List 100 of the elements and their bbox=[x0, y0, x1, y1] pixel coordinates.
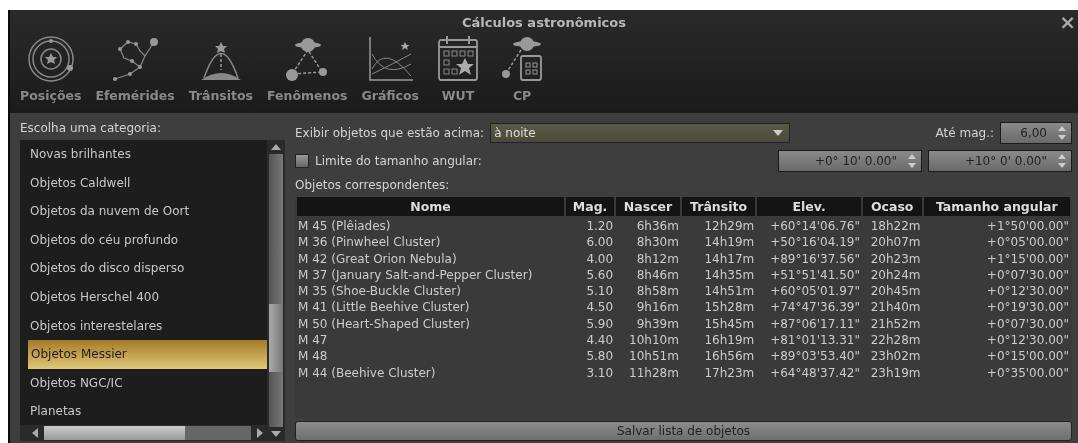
scroll-left-icon[interactable] bbox=[32, 428, 38, 438]
max-size-spinbox[interactable]: +10° 0' 0.00" bbox=[928, 150, 1072, 172]
category-item[interactable]: Novas brilhantes bbox=[20, 140, 267, 169]
scroll-right-icon[interactable] bbox=[257, 428, 263, 438]
category-label: Escolha uma categoria: bbox=[20, 121, 162, 135]
tab[interactable]: Posições bbox=[16, 34, 86, 103]
table-cell: +60°05'01.97" bbox=[770, 284, 860, 299]
column-header[interactable]: Nome bbox=[297, 197, 565, 218]
table-cell: M 45 (Plêiades) bbox=[298, 219, 391, 233]
table-cell: M 37 (January Salt-and-Pepper Cluster) bbox=[298, 267, 533, 282]
table-cell: 3.10 bbox=[586, 365, 614, 380]
table-cell: 9h16m bbox=[636, 300, 679, 315]
category-item[interactable]: Objetos da nuvem de Oort bbox=[20, 197, 267, 226]
table-cell: 8h46m bbox=[636, 267, 679, 282]
table-cell: +0°12'30.00" bbox=[986, 284, 1069, 299]
table-cell: +0°12'30.00" bbox=[986, 333, 1069, 348]
spin-arrows-icon bbox=[1057, 125, 1067, 141]
table-cell: M 42 (Great Orion Nebula) bbox=[298, 251, 457, 266]
horizontal-scrollbar[interactable] bbox=[20, 425, 267, 441]
table-cell: +1°50'00.00" bbox=[986, 219, 1069, 233]
table-cell: 6h36m bbox=[636, 219, 679, 233]
table-cell: 5.60 bbox=[586, 267, 614, 282]
table-cell: M 47 bbox=[298, 333, 328, 348]
category-item[interactable]: Objetos Messier bbox=[28, 340, 267, 369]
table-cell: +89°16'37.56" bbox=[770, 251, 860, 266]
table-cell: 16h56m bbox=[704, 349, 755, 364]
magnitude-label: Até mag.: bbox=[935, 126, 994, 140]
table-cell: 14h19m bbox=[704, 235, 755, 250]
tab[interactable]: Gráficos bbox=[357, 34, 424, 103]
table-cell: 23h02m bbox=[870, 349, 921, 364]
table-cell: +0°05'00.00" bbox=[986, 235, 1069, 250]
table-cell: +81°01'13.31" bbox=[770, 333, 860, 348]
spin-arrows-icon bbox=[1057, 153, 1067, 169]
table-cell: 20h23m bbox=[870, 251, 921, 266]
tab[interactable]: Fenômenos bbox=[263, 34, 352, 103]
table-cell: 10h10m bbox=[629, 333, 679, 348]
table-cell: 14h51m bbox=[704, 284, 755, 299]
category-item[interactable]: Objetos Herschel 400 bbox=[20, 282, 267, 312]
table-cell: +51°51'41.50" bbox=[770, 267, 860, 282]
category-item[interactable]: Objetos interestelares bbox=[20, 311, 267, 341]
tab[interactable]: Efemérides bbox=[91, 34, 179, 103]
category-item[interactable]: Objetos do disco disperso bbox=[20, 254, 267, 283]
checkbox[interactable] bbox=[295, 154, 309, 168]
table-cell: +0°35'00.00" bbox=[986, 365, 1069, 380]
min-size-spinbox[interactable]: +0° 10' 0.00" bbox=[778, 150, 922, 172]
category-item[interactable]: Objetos NGC/IC bbox=[20, 368, 267, 398]
column-header[interactable]: Nascer bbox=[616, 197, 680, 218]
category-item[interactable]: Objetos do céu profundo bbox=[20, 225, 267, 255]
tab[interactable]: WUT bbox=[429, 34, 488, 103]
table-cell: 12h29m bbox=[704, 219, 755, 233]
table-cell: 10h51m bbox=[629, 349, 679, 364]
table-cell: 4.00 bbox=[586, 251, 614, 266]
category-item[interactable]: Objetos Caldwell bbox=[20, 168, 267, 198]
column-header[interactable]: Trânsito bbox=[681, 197, 756, 218]
close-button[interactable]: × bbox=[1057, 12, 1078, 32]
column-header[interactable]: Elev. bbox=[757, 197, 861, 218]
above-label: Exibir objetos que estão acima: bbox=[295, 126, 485, 140]
table-cell: 23h19m bbox=[870, 365, 921, 380]
scrollbar-thumb[interactable] bbox=[269, 304, 283, 373]
scrollbar-thumb[interactable] bbox=[44, 426, 185, 440]
table-cell: 8h30m bbox=[636, 235, 679, 250]
table-cell: M 41 (Little Beehive Cluster) bbox=[298, 300, 470, 315]
size-limit-label: Limite do tamanho angular: bbox=[315, 154, 482, 168]
column-header[interactable]: Mag. bbox=[566, 197, 615, 218]
magnitude-spinbox[interactable]: 6,00 bbox=[1000, 122, 1072, 144]
column-header[interactable]: Ocaso bbox=[862, 197, 922, 218]
table-cell: 4.50 bbox=[586, 300, 614, 315]
table-cell: 5.90 bbox=[586, 316, 614, 331]
table-cell: 15h45m bbox=[704, 316, 755, 331]
save-button[interactable]: Salvar lista de objetos bbox=[295, 421, 1072, 441]
table-cell: +0°07'30.00" bbox=[986, 316, 1069, 331]
table-cell: 1.20 bbox=[586, 219, 614, 233]
table-cell: 6.00 bbox=[586, 235, 614, 250]
table-cell: 16h19m bbox=[704, 333, 755, 348]
table-cell: 8h58m bbox=[636, 284, 679, 299]
category-item[interactable]: Planetas bbox=[20, 397, 267, 425]
table-cell: M 44 (Beehive Cluster) bbox=[298, 365, 436, 380]
table-cell: +0°07'30.00" bbox=[986, 267, 1069, 282]
tab[interactable]: Trânsitos bbox=[184, 34, 258, 103]
table-cell: 20h24m bbox=[870, 267, 921, 282]
table-cell: 21h52m bbox=[870, 316, 921, 331]
results-label: Objetos correspondentes: bbox=[295, 178, 451, 192]
tab[interactable]: CP bbox=[493, 34, 552, 103]
table-cell: +89°03'53.40" bbox=[770, 349, 860, 364]
table-cell: 20h45m bbox=[870, 284, 921, 299]
vertical-scrollbar[interactable] bbox=[267, 140, 285, 441]
scroll-down-icon[interactable] bbox=[271, 431, 281, 437]
table-cell: 20h07m bbox=[870, 235, 921, 250]
table-cell: +74°47'36.39" bbox=[770, 300, 860, 315]
table-cell: +87°06'17.11" bbox=[770, 316, 860, 331]
table-cell: +0°19'30.00" bbox=[986, 300, 1069, 315]
visibility-dropdown[interactable]: à noite bbox=[490, 123, 791, 143]
dropdown-caret-icon bbox=[773, 130, 784, 136]
table-cell: 17h23m bbox=[704, 365, 755, 380]
scroll-up-icon[interactable] bbox=[271, 144, 281, 150]
table-cell: +60°14'06.76" bbox=[770, 219, 860, 233]
table-cell: 11h28m bbox=[629, 365, 679, 380]
table-cell: 5.80 bbox=[586, 349, 614, 364]
column-header[interactable]: Tamanho angular bbox=[923, 197, 1070, 218]
table-cell: 15h28m bbox=[704, 300, 755, 315]
